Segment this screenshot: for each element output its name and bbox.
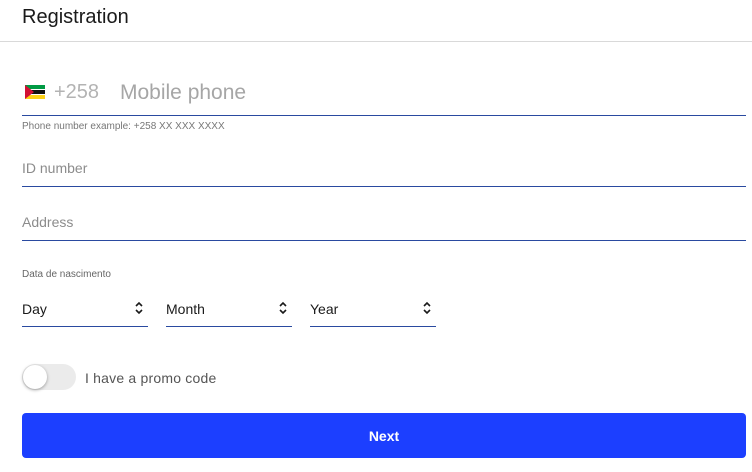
year-select[interactable]: Year [310, 294, 436, 327]
year-select-label: Year [310, 301, 339, 317]
id-number-input[interactable] [22, 155, 722, 181]
phone-hint: Phone number example: +258 XX XXX XXXX [22, 121, 225, 132]
mozambique-flag-icon[interactable] [25, 85, 45, 99]
dial-code: +258 [54, 81, 100, 103]
phone-field: +258 [22, 76, 746, 116]
sort-arrows-icon [135, 301, 143, 315]
day-select-label: Day [22, 301, 47, 317]
sort-arrows-icon [423, 301, 431, 315]
page-title: Registration [22, 6, 129, 28]
address-field [22, 207, 746, 241]
promo-code-label: I have a promo code [85, 370, 217, 386]
address-input[interactable] [22, 209, 722, 235]
sort-arrows-icon [279, 301, 287, 315]
month-select-label: Month [166, 301, 205, 317]
day-select[interactable]: Day [22, 294, 148, 327]
header: Registration [0, 0, 752, 42]
registration-page: Registration +258 Phone number example: … [0, 0, 752, 472]
toggle-knob [23, 365, 47, 389]
birth-date-label: Data de nascimento [22, 269, 111, 280]
month-select[interactable]: Month [166, 294, 292, 327]
promo-code-toggle[interactable] [22, 364, 76, 390]
next-button[interactable]: Next [22, 413, 746, 458]
mobile-phone-input[interactable] [120, 78, 720, 108]
id-number-field [22, 153, 746, 187]
